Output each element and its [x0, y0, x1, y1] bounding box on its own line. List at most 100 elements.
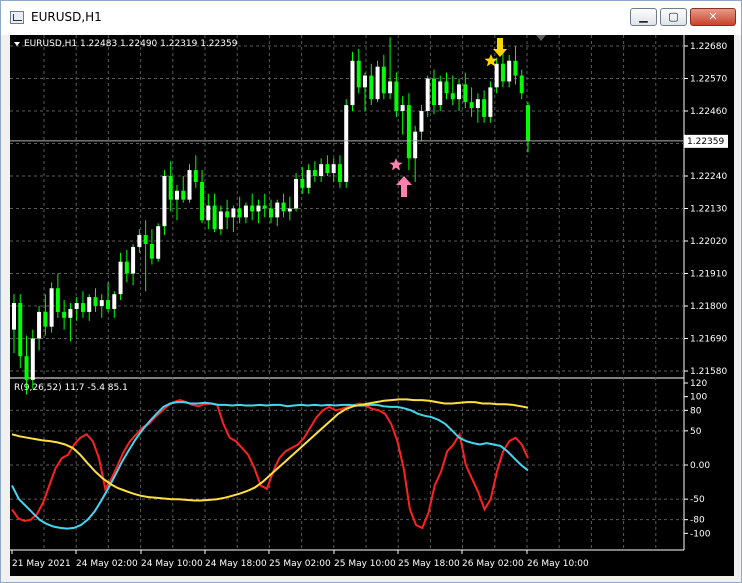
candle-body	[187, 170, 192, 200]
price-tick-label: 1.21690	[690, 335, 727, 345]
candle-body	[356, 60, 361, 88]
candle-body	[400, 105, 405, 111]
candle-body	[463, 84, 468, 103]
candle-body	[87, 297, 92, 312]
price-tick-label: 1.21910	[690, 270, 727, 280]
candle	[337, 155, 342, 188]
candle-body	[444, 81, 449, 94]
candle	[49, 282, 54, 333]
maximize-button[interactable]: ▢	[660, 8, 687, 26]
close-button[interactable]: ✕	[690, 8, 736, 26]
chart-area[interactable]: 1.226801.225701.224601.223501.222401.221…	[10, 35, 734, 576]
candle-body	[431, 78, 436, 106]
candle	[482, 90, 487, 123]
candle	[181, 176, 186, 203]
chart-canvas[interactable]: 1.226801.225701.224601.223501.222401.221…	[10, 35, 734, 576]
indicator-axis: 120 100 80 50 0.00 -50 -80 -100	[684, 379, 711, 539]
candle-body	[99, 300, 104, 306]
candle	[106, 282, 111, 312]
candle	[62, 300, 67, 330]
candle-body	[18, 303, 23, 357]
candle	[112, 291, 117, 318]
candle-body	[62, 311, 67, 318]
candle-body	[300, 178, 305, 188]
candle-body	[281, 202, 286, 212]
candle-body	[256, 205, 261, 212]
candle-body	[80, 303, 85, 312]
candle-body	[231, 208, 236, 218]
candle	[30, 329, 35, 389]
candle-body	[137, 235, 142, 247]
candle	[80, 291, 85, 318]
candlestick-series	[12, 37, 530, 395]
candle	[231, 205, 236, 233]
candle-body	[181, 190, 186, 200]
candle	[431, 69, 436, 114]
price-tick-label: 1.21580	[690, 367, 727, 377]
candle-body	[369, 75, 374, 100]
indicator-header: R(9,26,52) 11.7 -5.4 85.1	[14, 383, 128, 393]
candle	[507, 54, 512, 88]
price-axis: 1.226801.225701.224601.223501.222401.221…	[684, 42, 727, 377]
candle	[331, 158, 336, 182]
candle	[425, 75, 430, 117]
candle	[519, 69, 524, 100]
candle-body	[363, 75, 368, 88]
time-tick-label: 25 May 02:00	[269, 559, 331, 569]
candle	[174, 184, 179, 221]
title-bar[interactable]: EURUSD,H1 ▁ ▢ ✕	[1, 1, 741, 35]
candle-body	[331, 164, 336, 174]
candle-body	[519, 75, 524, 94]
candle-body	[469, 102, 474, 109]
indicator-tick-label: -50	[690, 495, 705, 505]
candle	[156, 223, 161, 262]
candle	[99, 294, 104, 318]
price-tick-label: 1.22020	[690, 237, 727, 247]
chart-menu-triangle-icon[interactable]	[14, 42, 20, 46]
minimize-button[interactable]: ▁	[630, 8, 657, 26]
candle	[68, 303, 73, 342]
candle	[494, 57, 499, 94]
candle-body	[30, 338, 35, 380]
candle	[149, 229, 154, 265]
time-tick-label: 26 May 10:00	[527, 559, 589, 569]
candle	[488, 81, 493, 123]
candle-body	[375, 66, 380, 100]
candle-body	[388, 81, 393, 94]
candle	[500, 51, 505, 88]
candle-body	[225, 211, 230, 218]
candle	[225, 199, 230, 230]
candle	[168, 161, 173, 212]
candle-body	[475, 99, 480, 109]
candle-body	[526, 105, 530, 141]
candle	[243, 202, 248, 224]
time-tick-label: 25 May 10:00	[334, 559, 396, 569]
candle	[87, 294, 92, 321]
candle	[450, 75, 455, 106]
candle-body	[337, 164, 342, 182]
candle-body	[250, 205, 255, 212]
candle-body	[500, 63, 505, 82]
candle	[256, 199, 261, 224]
candle	[206, 193, 211, 230]
price-tick-label: 1.21800	[690, 302, 727, 312]
candle-body	[24, 356, 29, 380]
candle	[124, 249, 129, 283]
chart-shift-marker-icon[interactable]	[536, 35, 546, 41]
candle-body	[319, 164, 324, 176]
candle-body	[68, 308, 73, 318]
price-tick-label: 1.22130	[690, 205, 727, 215]
candle-body	[457, 84, 462, 100]
candle	[262, 193, 267, 218]
candle	[344, 99, 349, 188]
candle	[294, 173, 299, 212]
indicator-tick-label: 80	[690, 406, 702, 416]
candle-body	[494, 63, 499, 88]
chart-header: EURUSD,H1 1.22483 1.22490 1.22319 1.2235…	[24, 39, 238, 49]
candle-body	[131, 246, 136, 274]
candle-body	[419, 111, 424, 132]
candle	[375, 60, 380, 103]
price-tick-label: 1.22570	[690, 75, 727, 85]
candle-body	[350, 60, 355, 106]
candle-body	[450, 93, 455, 100]
